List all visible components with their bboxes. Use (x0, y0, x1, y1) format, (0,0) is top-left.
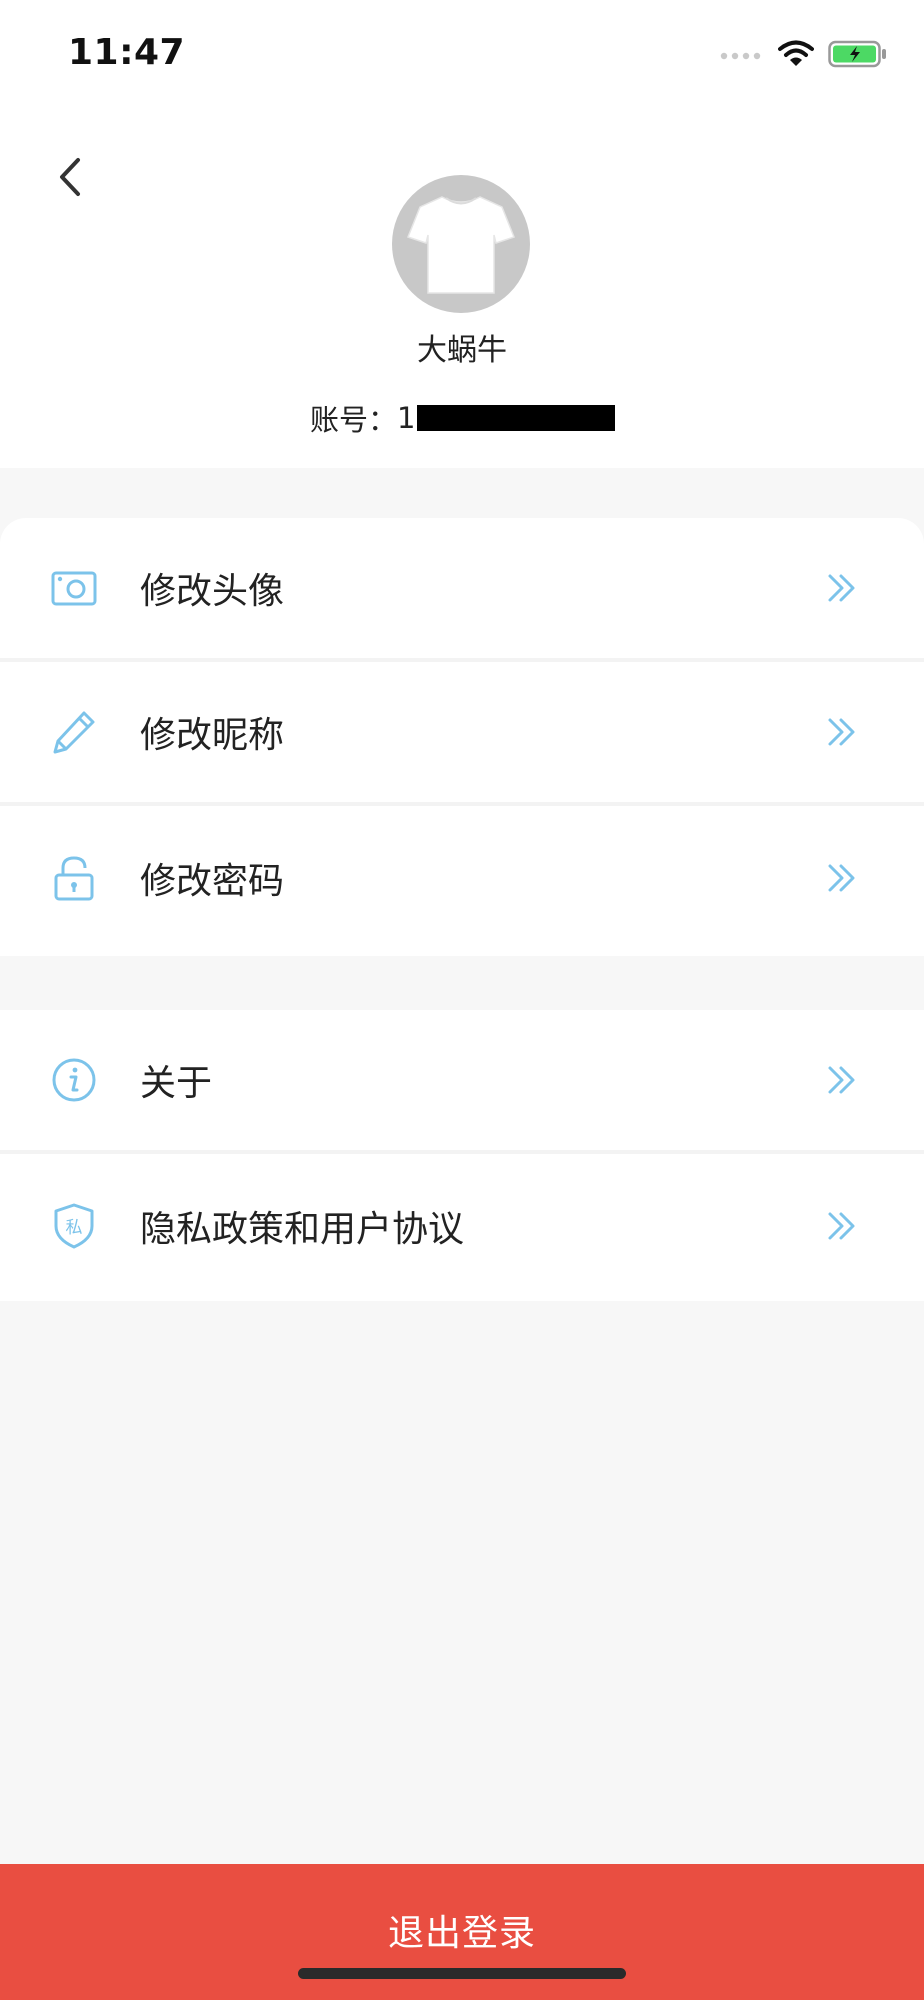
privacy-shield-icon: 私 (50, 1202, 98, 1250)
account-line: 账号： 1 (310, 398, 616, 438)
logout-label: 退出登录 (387, 1913, 536, 1954)
nickname: 大蜗牛 (417, 333, 507, 368)
camera-icon (50, 564, 98, 612)
tshirt-avatar (407, 196, 515, 294)
menu-item-label: 修改密码 (140, 861, 285, 902)
menu-item-change-avatar[interactable]: 修改头像 (0, 518, 924, 662)
profile-header: 大蜗牛 账号： 1 (0, 110, 924, 468)
privacy-shield-icon-text: 私 (66, 1218, 83, 1238)
back-button[interactable] (48, 150, 108, 210)
double-chevron-right-icon (828, 864, 855, 892)
account-label: 账号： (310, 403, 398, 437)
status-bar: 11:47 (0, 0, 924, 110)
lock-icon (50, 854, 98, 902)
menu-item-label: 修改头像 (140, 571, 285, 612)
menu-item-about[interactable]: 关于 (0, 1010, 924, 1154)
cellular-signal-icon (720, 47, 764, 66)
home-indicator (298, 1968, 626, 1979)
account-value: 1 (397, 401, 416, 435)
menu-item-label: 修改昵称 (140, 715, 285, 756)
menu-item-label: 关于 (140, 1063, 213, 1104)
chevron-left-icon (60, 158, 80, 196)
battery-charging-icon (828, 40, 888, 72)
status-time: 11:47 (68, 32, 186, 73)
double-chevron-right-icon (828, 574, 855, 602)
logout-button[interactable]: 退出登录 (0, 1864, 924, 2000)
profile-settings-group: 修改头像 修改昵称 修改密码 (0, 518, 924, 956)
menu-item-label: 隐私政策和用户协议 (140, 1209, 465, 1250)
wifi-icon (778, 40, 814, 72)
double-chevron-right-icon (828, 718, 855, 746)
info-icon (50, 1056, 98, 1104)
account-redaction (417, 405, 616, 431)
status-icons (720, 40, 888, 72)
info-group: 关于 私 隐私政策和用户协议 (0, 1010, 924, 1301)
menu-item-change-password[interactable]: 修改密码 (0, 806, 924, 950)
menu-item-change-nickname[interactable]: 修改昵称 (0, 662, 924, 806)
double-chevron-right-icon (828, 1212, 855, 1240)
double-chevron-right-icon (828, 1066, 855, 1094)
avatar[interactable] (392, 175, 530, 313)
menu-item-privacy-policy[interactable]: 私 隐私政策和用户协议 (0, 1154, 924, 1298)
pencil-icon (50, 708, 98, 756)
